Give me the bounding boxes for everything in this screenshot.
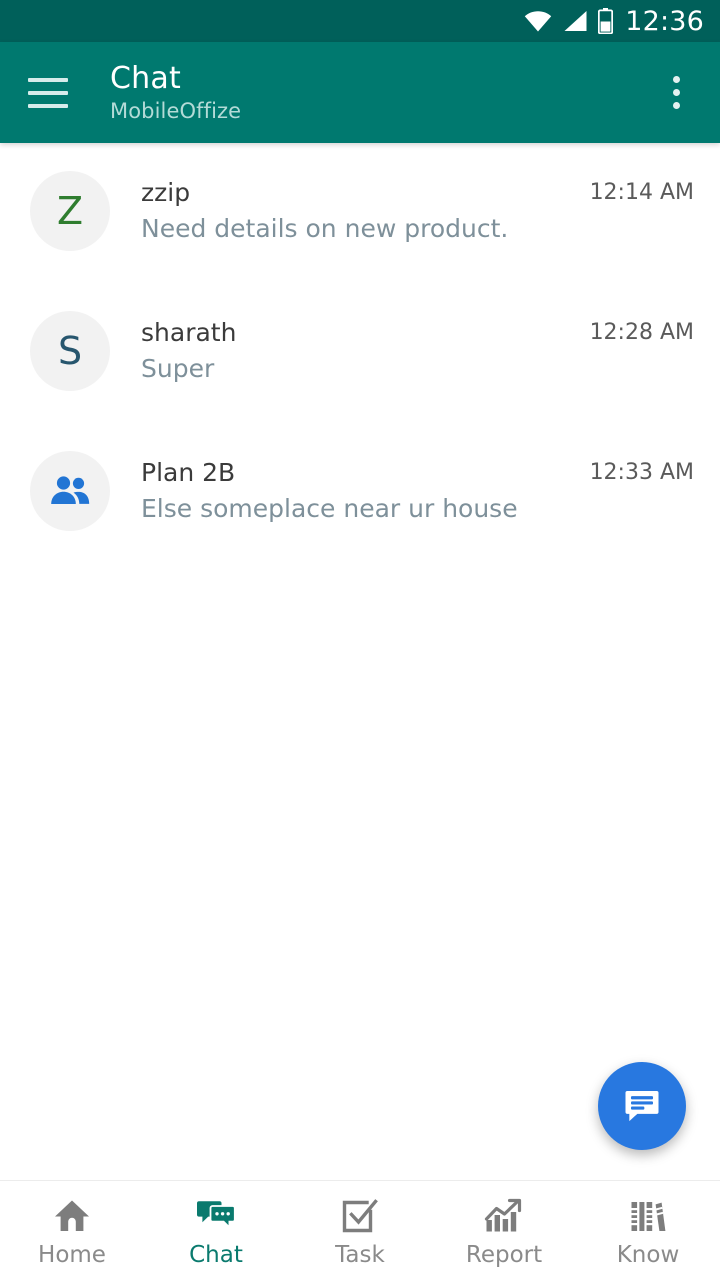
- chat-list-item[interactable]: S sharath Super 12:28 AM: [0, 303, 720, 443]
- chat-list-item[interactable]: Plan 2B Else someplace near ur house 12:…: [0, 443, 720, 583]
- chat-bubbles-icon: [196, 1197, 236, 1235]
- bottom-navigation-bar: Home Chat Task Report Know: [0, 1180, 720, 1280]
- avatar-initial: S: [57, 329, 83, 373]
- chat-list: Z zzip Need details on new product. 12:1…: [0, 143, 720, 1180]
- nav-item-task[interactable]: Task: [288, 1181, 432, 1280]
- nav-item-know[interactable]: Know: [576, 1181, 720, 1280]
- chat-timestamp: 12:14 AM: [589, 180, 694, 205]
- chat-item-text: zzip Need details on new product.: [141, 163, 578, 245]
- battery-icon: [598, 8, 614, 34]
- avatar-initial: Z: [56, 189, 84, 233]
- avatar: [30, 451, 110, 531]
- people-group-icon: [51, 476, 90, 504]
- app-bar-title-block: Chat MobileOffize: [110, 60, 656, 124]
- app-subtitle: MobileOffize: [110, 98, 242, 123]
- wifi-icon: [524, 11, 552, 32]
- app-bar: Chat MobileOffize: [0, 42, 720, 143]
- new-chat-fab[interactable]: [598, 1062, 686, 1150]
- status-bar-clock: 12:36: [625, 5, 704, 37]
- books-icon: [629, 1197, 667, 1235]
- hamburger-line: [28, 103, 68, 108]
- nav-item-report[interactable]: Report: [432, 1181, 576, 1280]
- hamburger-line: [28, 90, 68, 95]
- page-title: Chat: [110, 60, 181, 96]
- chat-item-text: sharath Super: [141, 303, 578, 385]
- chat-contact-name: sharath: [141, 318, 237, 347]
- nav-item-chat[interactable]: Chat: [144, 1181, 288, 1280]
- chat-timestamp: 12:28 AM: [589, 320, 694, 345]
- nav-label-chat: Chat: [189, 1242, 243, 1268]
- avatar: S: [30, 311, 110, 391]
- overflow-dot: [672, 76, 680, 83]
- hamburger-menu-icon[interactable]: [28, 77, 68, 108]
- nav-label-know: Know: [616, 1242, 680, 1268]
- nav-item-home[interactable]: Home: [0, 1181, 144, 1280]
- home-icon: [53, 1197, 91, 1235]
- overflow-dot: [672, 89, 680, 96]
- hamburger-line: [28, 77, 68, 82]
- chat-message-preview: Else someplace near ur house: [141, 494, 518, 523]
- chat-item-text: Plan 2B Else someplace near ur house: [141, 443, 578, 525]
- cell-signal-icon: [564, 11, 587, 31]
- nav-label-report: Report: [465, 1242, 543, 1268]
- status-bar-icons: [524, 8, 614, 34]
- chat-message-preview: Super: [141, 354, 215, 383]
- chat-message-preview: Need details on new product.: [141, 214, 509, 243]
- overflow-dot: [672, 102, 680, 109]
- nav-label-home: Home: [38, 1242, 106, 1268]
- avatar: Z: [30, 171, 110, 251]
- nav-label-task: Task: [335, 1242, 385, 1268]
- status-bar: 12:36: [0, 0, 720, 42]
- chat-timestamp: 12:33 AM: [589, 460, 694, 485]
- chat-contact-name: zzip: [141, 178, 191, 207]
- chart-trend-icon: [484, 1197, 524, 1235]
- task-check-icon: [341, 1197, 379, 1235]
- chat-contact-name: Plan 2B: [141, 458, 236, 487]
- new-message-icon: [625, 1091, 659, 1122]
- chat-list-item[interactable]: Z zzip Need details on new product. 12:1…: [0, 163, 720, 303]
- more-vertical-icon[interactable]: [656, 70, 696, 116]
